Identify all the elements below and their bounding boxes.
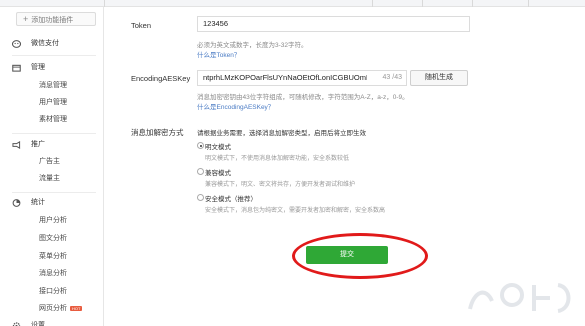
- radio-secure-mode[interactable]: [197, 194, 204, 201]
- sidebar-divider: [12, 192, 96, 193]
- aeskey-counter: 43 /43: [382, 74, 402, 81]
- token-help-link[interactable]: 什么是Token？: [197, 49, 240, 59]
- add-plugin-label: 添加功能插件: [31, 17, 74, 24]
- sidebar-item-web-analysis[interactable]: 网页分析 HOT: [39, 304, 83, 314]
- secure-mode-desc: 安全模式下，消息包为纯密文，需要开发者加密和解密，安全系数高: [205, 208, 386, 214]
- top-tab-strip: [0, 0, 585, 7]
- add-plugin-button[interactable]: + 添加功能插件: [16, 12, 96, 26]
- sidebar-item-message-manage[interactable]: 消息管理: [39, 81, 67, 91]
- sidebar-item-traffic-owner[interactable]: 流量主: [39, 174, 60, 184]
- encryption-label: 消息加解密方式: [131, 128, 184, 137]
- plaintext-mode-title: 明文模式: [205, 144, 231, 151]
- sidebar-group-settings[interactable]: 设置: [12, 320, 45, 326]
- wechat-pay-icon: [12, 40, 21, 48]
- aeskey-input[interactable]: ntprhLMzKOPOarFlsUYnNaOEtOfLonICGBUOmHwW…: [197, 70, 407, 86]
- sidebar-item-material-manage[interactable]: 素材管理: [39, 115, 67, 125]
- tab-divider: [104, 0, 105, 7]
- sidebar-group-label: 管理: [31, 64, 45, 71]
- tab-divider: [422, 0, 423, 7]
- radio-plaintext-mode[interactable]: [197, 142, 204, 149]
- encryption-intro: 请根据业务需要，选择消息加解密类型，启用后将立即生效: [197, 130, 366, 137]
- sidebar-group-label: 统计: [31, 199, 45, 206]
- tab-divider: [528, 0, 529, 7]
- gear-icon: [12, 322, 21, 326]
- sidebar-item-message-analysis[interactable]: 消息分析: [39, 269, 67, 279]
- radio-compatible-mode[interactable]: [197, 168, 204, 175]
- token-input[interactable]: 123456: [197, 16, 470, 32]
- megaphone-icon: [12, 141, 21, 149]
- sidebar-item-label: 网页分析: [39, 305, 67, 312]
- sidebar-group-manage[interactable]: 管理: [12, 62, 45, 74]
- sidebar-item-menu-analysis[interactable]: 菜单分析: [39, 252, 67, 262]
- plaintext-mode-desc: 明文模式下，不使用消息体加解密功能，安全系数较低: [205, 156, 350, 162]
- secure-mode-title: 安全模式（推荐）: [205, 196, 257, 203]
- submit-button[interactable]: 提交: [306, 246, 388, 264]
- random-generate-button[interactable]: 随机生成: [410, 70, 468, 86]
- tab-divider: [372, 0, 373, 7]
- tab-divider: [472, 0, 473, 7]
- sidebar-divider: [12, 55, 96, 56]
- sidebar-group-label: 推广: [31, 141, 45, 148]
- pie-chart-icon: [12, 199, 21, 207]
- sidebar-item-user-analysis[interactable]: 用户分析: [39, 216, 67, 226]
- token-label: Token: [131, 21, 152, 30]
- sidebar-group-wechat-pay[interactable]: 微信支付: [12, 38, 59, 50]
- sidebar-group-label: 设置: [31, 322, 45, 326]
- sidebar-group-statistics[interactable]: 统计: [12, 197, 45, 209]
- sidebar-item-user-manage[interactable]: 用户管理: [39, 98, 67, 108]
- token-hint: 必须为英文或数字，长度为3-32字符。: [197, 42, 308, 49]
- aeskey-hint: 消息加密密钥由43位字符组成，可随机修改，字符范围为A-Z，a-z，0-9。: [197, 94, 409, 101]
- sidebar-group-label: 微信支付: [31, 40, 59, 47]
- compatible-mode-desc: 兼容模式下，明文、密文将共存，方便开发者调试和维护: [205, 182, 356, 188]
- sidebar-divider: [12, 133, 96, 134]
- sidebar-group-promote[interactable]: 推广: [12, 139, 45, 151]
- aeskey-help-link[interactable]: 什么是EncodingAESKey？: [197, 101, 274, 111]
- folder-icon: [12, 64, 21, 72]
- sidebar-item-advertiser[interactable]: 广告主: [39, 157, 60, 167]
- watermark-logo: [468, 283, 571, 313]
- compatible-mode-title: 兼容模式: [205, 170, 231, 177]
- aeskey-label: EncodingAESKey: [131, 74, 191, 83]
- hot-badge: HOT: [70, 305, 83, 311]
- aeskey-value: ntprhLMzKOPOarFlsUYnNaOEtOfLonICGBUOmHwW…: [203, 73, 367, 82]
- plus-icon: +: [23, 14, 29, 24]
- sidebar: + 添加功能插件 微信支付 管理 消息管理 用户管理 素材管理 推广 广告主 流量…: [0, 7, 104, 326]
- sidebar-item-article-analysis[interactable]: 图文分析: [39, 234, 67, 244]
- sidebar-item-api-analysis[interactable]: 接口分析: [39, 287, 67, 297]
